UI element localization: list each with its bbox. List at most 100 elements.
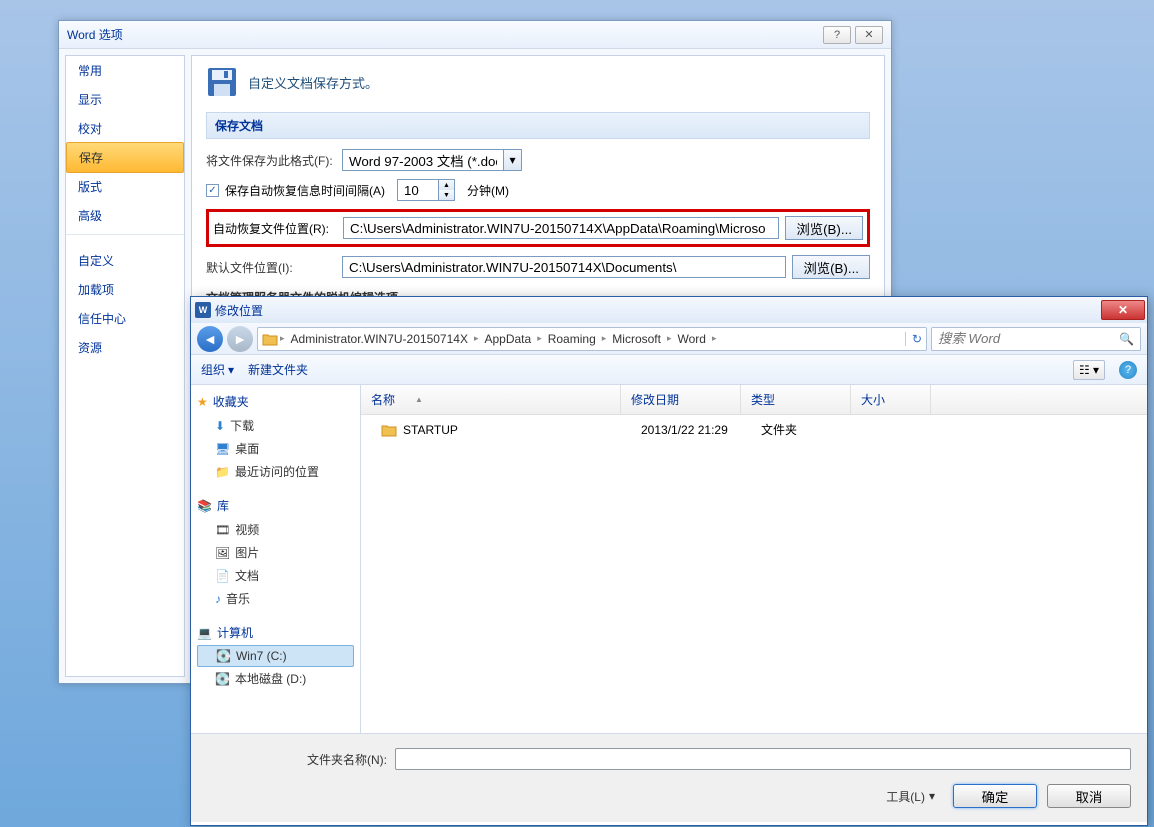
tree-library-header[interactable]: 📚 库 <box>197 497 354 514</box>
tree-item-drive-d[interactable]: 💽本地磁盘 (D:) <box>197 667 354 690</box>
sidebar-item-display[interactable]: 显示 <box>66 85 184 114</box>
column-name[interactable]: 名称▲ <box>361 385 621 414</box>
desktop-icon: 🖥 <box>215 442 230 456</box>
save-format-dropdown[interactable]: ▾ <box>342 149 522 171</box>
navigation-bar: ◄ ► ▸ Administrator.WIN7U-20150714X ▸ Ap… <box>191 323 1147 355</box>
default-location-input[interactable] <box>342 256 786 278</box>
column-size[interactable]: 大小 <box>851 385 931 414</box>
file-name: STARTUP <box>403 423 458 437</box>
back-button[interactable]: ◄ <box>197 326 223 352</box>
file-toolbar: 组织 ▾ 新建文件夹 ☷ ▾ ? <box>191 355 1147 385</box>
forward-button[interactable]: ► <box>227 326 253 352</box>
close-button[interactable]: ✕ <box>855 26 883 44</box>
tree-item-videos[interactable]: 🎞视频 <box>197 518 354 541</box>
sidebar-item-trust[interactable]: 信任中心 <box>66 304 184 333</box>
autorecover-interval-input[interactable] <box>398 180 438 200</box>
crumb-0[interactable]: Administrator.WIN7U-20150714X <box>287 332 472 346</box>
cancel-button[interactable]: 取消 <box>1047 784 1131 808</box>
tree-computer-header[interactable]: 💻 计算机 <box>197 624 354 641</box>
floppy-disk-icon <box>206 66 238 98</box>
sidebar-item-common[interactable]: 常用 <box>66 56 184 85</box>
help-button[interactable]: ? <box>823 26 851 44</box>
picture-icon: 🖼 <box>215 546 230 560</box>
computer-icon: 💻 <box>197 626 212 640</box>
chevron-down-icon[interactable]: ▾ <box>503 150 521 170</box>
search-box[interactable]: 🔍 <box>931 327 1141 351</box>
dialog-bottom: 文件夹名称(N): 工具(L) ▾ 确定 取消 <box>191 733 1147 822</box>
crumb-4[interactable]: Word <box>674 332 710 346</box>
spinner-down-icon[interactable]: ▼ <box>439 190 454 200</box>
view-options-button[interactable]: ☷ ▾ <box>1073 360 1105 380</box>
chevron-right-icon[interactable]: ▸ <box>712 333 717 344</box>
crumb-3[interactable]: Microsoft <box>608 332 665 346</box>
word-app-icon: W <box>195 302 211 318</box>
sidebar-item-save[interactable]: 保存 <box>66 142 184 173</box>
file-browser-dialog: W 修改位置 ✕ ◄ ► ▸ Administrator.WIN7U-20150… <box>190 296 1148 826</box>
tree-item-documents[interactable]: 📄文档 <box>197 564 354 587</box>
folder-icon <box>262 332 278 346</box>
folder-name-label: 文件夹名称(N): <box>307 751 387 768</box>
column-date[interactable]: 修改日期 <box>621 385 741 414</box>
music-icon: ♪ <box>215 592 221 606</box>
autorecover-location-input[interactable] <box>343 217 779 239</box>
file-dialog-titlebar: W 修改位置 ✕ <box>191 297 1147 323</box>
save-format-value[interactable] <box>343 150 503 170</box>
word-options-title-text: Word 选项 <box>67 21 123 49</box>
sidebar-item-advanced[interactable]: 高级 <box>66 201 184 230</box>
search-icon[interactable]: 🔍 <box>1119 332 1134 346</box>
file-list: 名称▲ 修改日期 类型 大小 STARTUP 2013/1/22 21:29 文… <box>361 385 1147 733</box>
tree-item-desktop[interactable]: 🖥桌面 <box>197 437 354 460</box>
organize-button[interactable]: 组织 ▾ <box>201 361 234 378</box>
tree-item-recent[interactable]: 📁最近访问的位置 <box>197 460 354 483</box>
library-icon: 📚 <box>197 499 212 513</box>
sidebar-item-layout[interactable]: 版式 <box>66 172 184 201</box>
spinner-up-icon[interactable]: ▲ <box>439 180 454 190</box>
chevron-down-icon: ▾ <box>228 363 234 377</box>
tree-item-pictures[interactable]: 🖼图片 <box>197 541 354 564</box>
new-folder-button[interactable]: 新建文件夹 <box>248 361 308 378</box>
autorecover-checkbox[interactable]: ✓ <box>206 184 219 197</box>
autorecover-location-row: 自动恢复文件位置(R): 浏览(B)... <box>206 209 870 247</box>
tree-favorites-header[interactable]: ★ 收藏夹 <box>197 393 354 410</box>
tree-item-music[interactable]: ♪音乐 <box>197 587 354 610</box>
sidebar-item-addins[interactable]: 加载项 <box>66 275 184 304</box>
chevron-right-icon[interactable]: ▸ <box>602 333 607 344</box>
folder-icon <box>381 423 397 437</box>
tools-button[interactable]: 工具(L) ▾ <box>878 785 943 808</box>
search-input[interactable] <box>938 331 1119 346</box>
sidebar-item-resources[interactable]: 资源 <box>66 333 184 362</box>
download-icon: ⬇ <box>215 419 225 433</box>
file-dialog-title: 修改位置 <box>215 302 1097 319</box>
group-title-save: 保存文档 <box>206 112 870 139</box>
sidebar-item-proofing[interactable]: 校对 <box>66 114 184 143</box>
autorecover-label: 保存自动恢复信息时间间隔(A) <box>225 182 385 199</box>
folder-name-input[interactable] <box>395 748 1131 770</box>
recent-icon: 📁 <box>215 465 230 479</box>
tree-item-downloads[interactable]: ⬇下载 <box>197 414 354 437</box>
chevron-right-icon[interactable]: ▸ <box>537 333 542 344</box>
crumb-2[interactable]: Roaming <box>544 332 600 346</box>
file-type: 文件夹 <box>751 421 861 438</box>
refresh-icon[interactable]: ↻ <box>905 332 922 346</box>
sidebar-item-customize[interactable]: 自定义 <box>66 246 184 275</box>
breadcrumb[interactable]: ▸ Administrator.WIN7U-20150714X ▸ AppDat… <box>257 327 927 351</box>
ok-button[interactable]: 确定 <box>953 784 1037 808</box>
chevron-right-icon[interactable]: ▸ <box>667 333 672 344</box>
autorecover-browse-button[interactable]: 浏览(B)... <box>785 216 863 240</box>
save-format-label: 将文件保存为此格式(F): <box>206 152 336 169</box>
chevron-right-icon[interactable]: ▸ <box>474 333 479 344</box>
chevron-right-icon[interactable]: ▸ <box>280 333 285 344</box>
autorecover-location-label: 自动恢复文件位置(R): <box>213 220 337 237</box>
star-icon: ★ <box>197 395 208 409</box>
close-icon[interactable]: ✕ <box>1101 300 1145 320</box>
default-location-label: 默认文件位置(I): <box>206 259 336 276</box>
document-icon: 📄 <box>215 569 230 583</box>
navigation-tree: ★ 收藏夹 ⬇下载 🖥桌面 📁最近访问的位置 📚 库 🎞视频 🖼图片 📄文档 ♪… <box>191 385 361 733</box>
crumb-1[interactable]: AppData <box>480 332 535 346</box>
default-location-browse-button[interactable]: 浏览(B)... <box>792 255 870 279</box>
autorecover-interval-spinner[interactable]: ▲▼ <box>397 179 455 201</box>
tree-item-drive-c[interactable]: 💽Win7 (C:) <box>197 645 354 667</box>
column-type[interactable]: 类型 <box>741 385 851 414</box>
help-icon[interactable]: ? <box>1119 361 1137 379</box>
list-item[interactable]: STARTUP 2013/1/22 21:29 文件夹 <box>361 415 1147 444</box>
